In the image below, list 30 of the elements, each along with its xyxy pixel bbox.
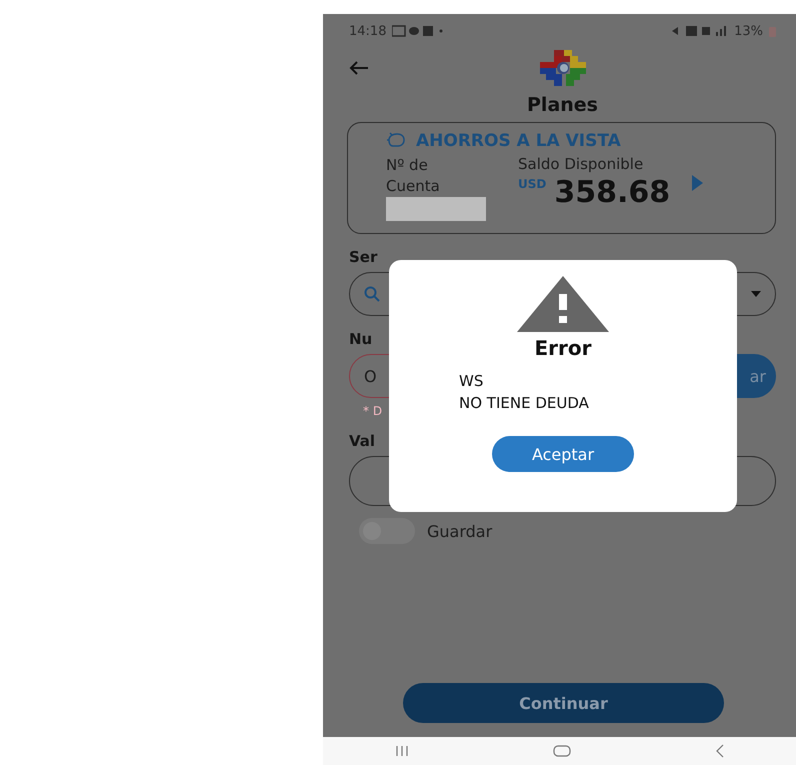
recent-apps-icon[interactable] xyxy=(396,745,408,757)
notification-icons xyxy=(392,25,444,37)
dialog-title: Error xyxy=(534,336,592,360)
home-icon[interactable] xyxy=(552,745,570,757)
save-toggle-label: Guardar xyxy=(427,522,492,540)
search-icon xyxy=(364,286,380,302)
continue-button[interactable]: Continuar xyxy=(403,683,724,723)
dialog-message: WS xyxy=(459,371,484,392)
value-label: Val xyxy=(349,432,376,450)
battery-icon xyxy=(769,26,776,36)
balance-label: Saldo Disponible xyxy=(518,155,644,173)
balance-amount: 358.68 xyxy=(554,175,670,210)
account-card[interactable]: AHORROS A LA VISTA Nº de Cuenta Saldo Disponible USD 358.68 xyxy=(347,122,776,234)
currency-label: USD xyxy=(518,177,546,191)
dialog-message: NO TIENE DEUDA xyxy=(459,393,589,414)
logo-icon xyxy=(540,50,586,86)
dropdown-caret-icon xyxy=(751,291,761,297)
service-label: Ser xyxy=(349,248,378,266)
page-title: Planes xyxy=(526,94,599,116)
back-arrow-icon[interactable] xyxy=(349,60,369,76)
error-hint: * D xyxy=(363,404,382,418)
number-label: Nu xyxy=(349,330,372,348)
account-number-label: Nº de Cuenta xyxy=(386,155,441,197)
account-type: AHORROS A LA VISTA xyxy=(416,131,621,151)
back-icon[interactable] xyxy=(716,744,724,758)
warning-icon xyxy=(517,276,609,332)
signal-icons xyxy=(672,25,728,37)
battery-percent: 13% xyxy=(734,24,763,38)
status-time: 14:18 xyxy=(349,24,386,38)
accept-button[interactable]: Aceptar xyxy=(492,436,634,472)
